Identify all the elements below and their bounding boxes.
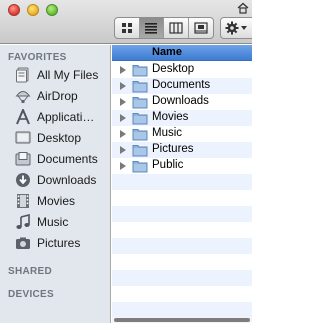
sidebar-item-label: AirDrop (37, 89, 78, 103)
cover-flow-button[interactable] (189, 18, 213, 38)
cover-flow-icon (194, 22, 208, 34)
disclosure-triangle-icon[interactable] (120, 98, 126, 106)
music-icon (16, 214, 30, 229)
disclosure-triangle-icon[interactable] (120, 130, 126, 138)
list-item[interactable]: Downloads (112, 94, 252, 110)
pictures-icon (16, 237, 30, 249)
folder-icon (132, 65, 148, 77)
view-mode-control (114, 17, 214, 39)
gear-icon (225, 21, 239, 35)
all-my-files-icon (16, 67, 29, 83)
minimize-button[interactable] (27, 4, 39, 16)
zoom-button[interactable] (46, 4, 58, 16)
list-item[interactable]: Desktop (112, 62, 252, 78)
sidebar: FAVORITES All My Files AirDrop Applicati (0, 45, 111, 323)
sidebar-item-downloads[interactable]: Downloads (0, 170, 110, 191)
home-icon[interactable] (237, 2, 249, 14)
list-item[interactable]: Documents (112, 78, 252, 94)
action-menu-button[interactable] (220, 17, 252, 39)
list-item-name: Desktop (152, 63, 195, 75)
disclosure-triangle-icon[interactable] (120, 146, 126, 154)
column-view-icon (169, 22, 183, 34)
sidebar-item-music[interactable]: Music (0, 212, 110, 233)
airdrop-icon (15, 91, 31, 103)
disclosure-triangle-icon[interactable] (120, 114, 126, 122)
icon-view-button[interactable] (115, 18, 140, 38)
list-item-name: Downloads (152, 95, 209, 107)
disclosure-triangle-icon[interactable] (120, 66, 126, 74)
list-view-button[interactable] (139, 18, 164, 38)
desktop-icon (15, 131, 31, 144)
chevron-down-icon (241, 25, 247, 30)
sidebar-item-label: Movies (37, 194, 76, 208)
list-item-name: Public (152, 159, 184, 171)
sidebar-item-airdrop[interactable]: AirDrop (0, 86, 110, 107)
downloads-icon (16, 173, 30, 187)
sidebar-item-label: All My Files (37, 68, 99, 82)
horizontal-scrollbar[interactable] (112, 317, 252, 323)
folder-icon (132, 145, 148, 157)
sidebar-item-documents[interactable]: Documents (0, 149, 110, 170)
applications-icon (16, 109, 30, 125)
list-item-name: Movies (152, 111, 189, 123)
sidebar-item-all-my-files[interactable]: All My Files (0, 65, 110, 86)
list-item[interactable]: Music (112, 126, 252, 142)
list-item-name: Pictures (152, 143, 194, 155)
sidebar-item-label: Music (37, 215, 69, 229)
folder-icon (132, 113, 148, 125)
finder-window: FAVORITES All My Files AirDrop Applicati (0, 0, 252, 323)
list-item[interactable]: Pictures (112, 142, 252, 158)
column-view-button[interactable] (164, 18, 189, 38)
sidebar-heading-favorites: FAVORITES (8, 52, 67, 63)
folder-icon (132, 161, 148, 173)
column-header-label: Name (152, 46, 182, 58)
folder-icon (132, 81, 148, 93)
row-stripe (112, 238, 252, 254)
movies-icon (17, 194, 29, 208)
sidebar-item-label: Pictures (37, 236, 81, 250)
folder-icon (132, 97, 148, 109)
column-header-name[interactable]: Name (112, 45, 252, 61)
list-item[interactable]: Public (112, 158, 252, 174)
icon-view-icon (121, 23, 132, 33)
sidebar-heading-devices: DEVICES (8, 289, 55, 300)
file-list: Name Desktop Documents Downloads Movies … (112, 45, 252, 323)
sidebar-item-desktop[interactable]: Desktop (0, 128, 110, 149)
row-stripe (112, 174, 252, 190)
sidebar-heading-shared: SHARED (8, 266, 53, 277)
disclosure-triangle-icon[interactable] (120, 82, 126, 90)
sidebar-item-label: Downloads (37, 173, 97, 187)
row-stripe (112, 270, 252, 286)
list-item-name: Music (152, 127, 183, 139)
disclosure-triangle-icon[interactable] (120, 162, 126, 170)
list-view-icon (145, 23, 158, 34)
sidebar-item-applications[interactable]: Applicati… (0, 107, 110, 128)
sidebar-item-label: Documents (37, 152, 98, 166)
sidebar-item-label: Desktop (37, 131, 82, 145)
sidebar-item-pictures[interactable]: Pictures (0, 233, 110, 254)
list-item[interactable]: Movies (112, 110, 252, 126)
close-button[interactable] (8, 4, 20, 16)
folder-icon (132, 129, 148, 141)
toolbar (0, 0, 252, 44)
sidebar-item-label: Applicati… (37, 110, 95, 124)
row-stripe (112, 206, 252, 222)
documents-icon (15, 152, 31, 166)
sidebar-item-movies[interactable]: Movies (0, 191, 110, 212)
scrollbar-thumb[interactable] (114, 318, 250, 322)
list-item-name: Documents (152, 79, 211, 91)
row-stripe (112, 302, 252, 318)
